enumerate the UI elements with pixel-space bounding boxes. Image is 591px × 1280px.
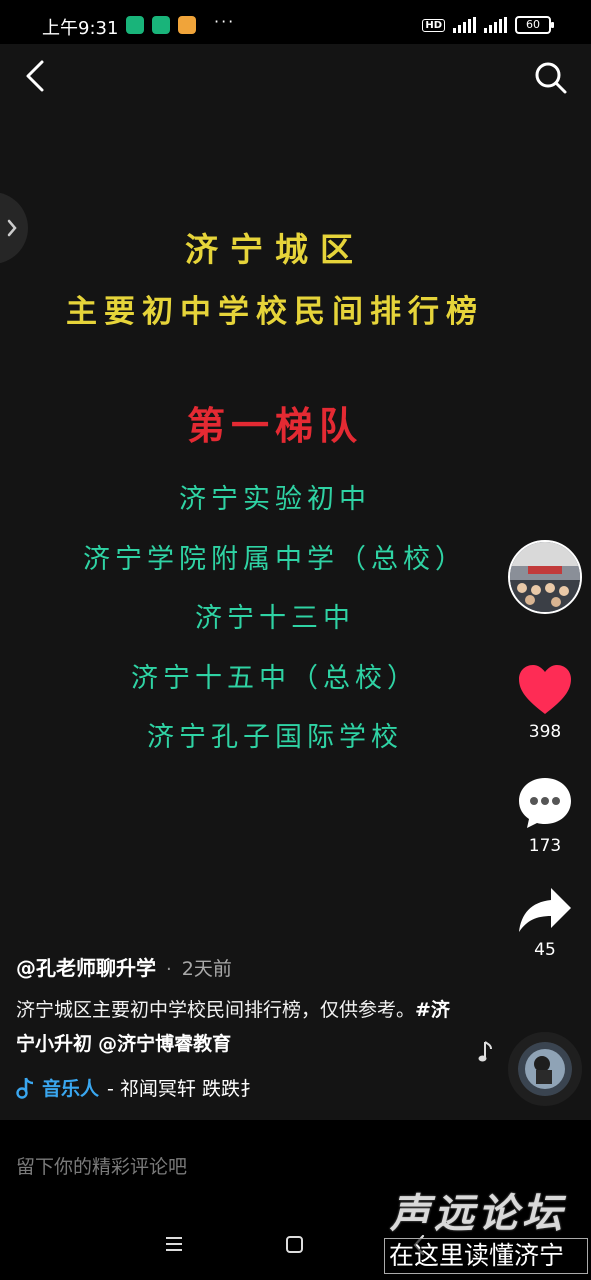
floating-music-note-icon xyxy=(478,1040,494,1068)
signal-4g-icon xyxy=(453,17,476,33)
status-app-icons xyxy=(126,16,196,34)
notes-app-icon xyxy=(178,16,196,34)
separator-dot: · xyxy=(166,959,172,980)
post-time: 2天前 xyxy=(181,958,232,980)
description-text: 济宁城区主要初中学校民间排行榜，仅供参考。 xyxy=(16,999,416,1021)
home-icon[interactable] xyxy=(286,1236,303,1253)
menu-button[interactable] xyxy=(165,1236,183,1256)
school-list: 济宁实验初中 济宁学院附属中学（总校） 济宁十三中 济宁十五中（总校） 济宁孔子… xyxy=(40,470,510,768)
search-icon xyxy=(535,62,567,94)
shield-app-icon xyxy=(126,16,144,34)
comment-input[interactable]: 留下你的精彩评论吧 xyxy=(16,1152,187,1179)
watermark-logo-text: 声远论坛 xyxy=(390,1191,566,1237)
poster-subtitle: 主要初中学校民间排行榜 xyxy=(66,294,484,330)
school-item: 济宁学院附属中学（总校） xyxy=(83,543,467,575)
back-button[interactable] xyxy=(20,58,52,94)
shield-app-icon xyxy=(152,16,170,34)
music-note-icon xyxy=(16,1077,34,1099)
comment-count: 173 xyxy=(528,836,562,856)
chevron-right-icon xyxy=(7,219,17,237)
poster-title: 济宁城区 xyxy=(185,230,365,269)
comment-button[interactable]: 173 xyxy=(510,776,580,856)
status-time: 上午9:31 xyxy=(42,18,119,39)
search-button[interactable] xyxy=(533,60,569,96)
signal-icon xyxy=(484,17,507,33)
share-icon xyxy=(519,888,571,932)
forum-watermark: 声远论坛 在这里读懂济宁 xyxy=(384,1190,588,1280)
school-item: 济宁实验初中 xyxy=(179,484,371,515)
music-artist: 音乐人 xyxy=(42,1078,100,1100)
music-title: - 祁闻冥轩 跌跌扌 xyxy=(107,1078,259,1100)
menu-icon xyxy=(166,1237,182,1251)
post-description: 济宁城区主要初中学校民间排行榜，仅供参考。#济宁小升初 @济宁博睿教育 xyxy=(16,993,456,1061)
back-icon xyxy=(26,60,44,92)
author-line: @孔老师聊升学 · 2天前 xyxy=(16,952,466,981)
share-count: 45 xyxy=(534,940,556,960)
school-item: 济宁十五中（总校） xyxy=(131,662,419,694)
like-button[interactable]: 398 xyxy=(510,664,580,742)
mention-link[interactable]: @济宁博睿教育 xyxy=(98,1033,231,1055)
post-caption: @孔老师聊升学 · 2天前 济宁城区主要初中学校民间排行榜，仅供参考。#济宁小升… xyxy=(16,952,466,1061)
status-right: HD 60 xyxy=(422,16,554,34)
share-button[interactable]: 45 xyxy=(510,886,580,960)
video-poster: 济宁城区 主要初中学校民间排行榜 第一梯队 济宁实验初中 济宁学院附属中学（总校… xyxy=(40,220,510,768)
status-bar: 上午9:31 ··· HD 60 xyxy=(0,0,591,44)
music-info[interactable]: 音乐人 - 祁闻冥轩 跌跌扌 xyxy=(16,1074,259,1101)
school-item: 济宁孔子国际学校 xyxy=(147,722,403,753)
school-item: 济宁十三中 xyxy=(195,603,355,634)
music-disc[interactable] xyxy=(508,1032,582,1106)
battery-indicator: 60 xyxy=(515,16,554,34)
like-count: 398 xyxy=(528,722,562,742)
poster-tier-heading: 第一梯队 xyxy=(186,403,363,448)
music-disc-cover xyxy=(518,1042,572,1096)
avatar-photo xyxy=(510,542,580,612)
watermark-slogan: 在这里读懂济宁 xyxy=(384,1238,588,1274)
more-notifications-indicator: ··· xyxy=(214,12,236,31)
author-name[interactable]: @孔老师聊升学 xyxy=(16,952,156,981)
hd-badge: HD xyxy=(422,18,445,32)
comment-icon xyxy=(519,778,571,828)
author-avatar[interactable] xyxy=(508,540,582,614)
heart-icon xyxy=(519,665,571,714)
